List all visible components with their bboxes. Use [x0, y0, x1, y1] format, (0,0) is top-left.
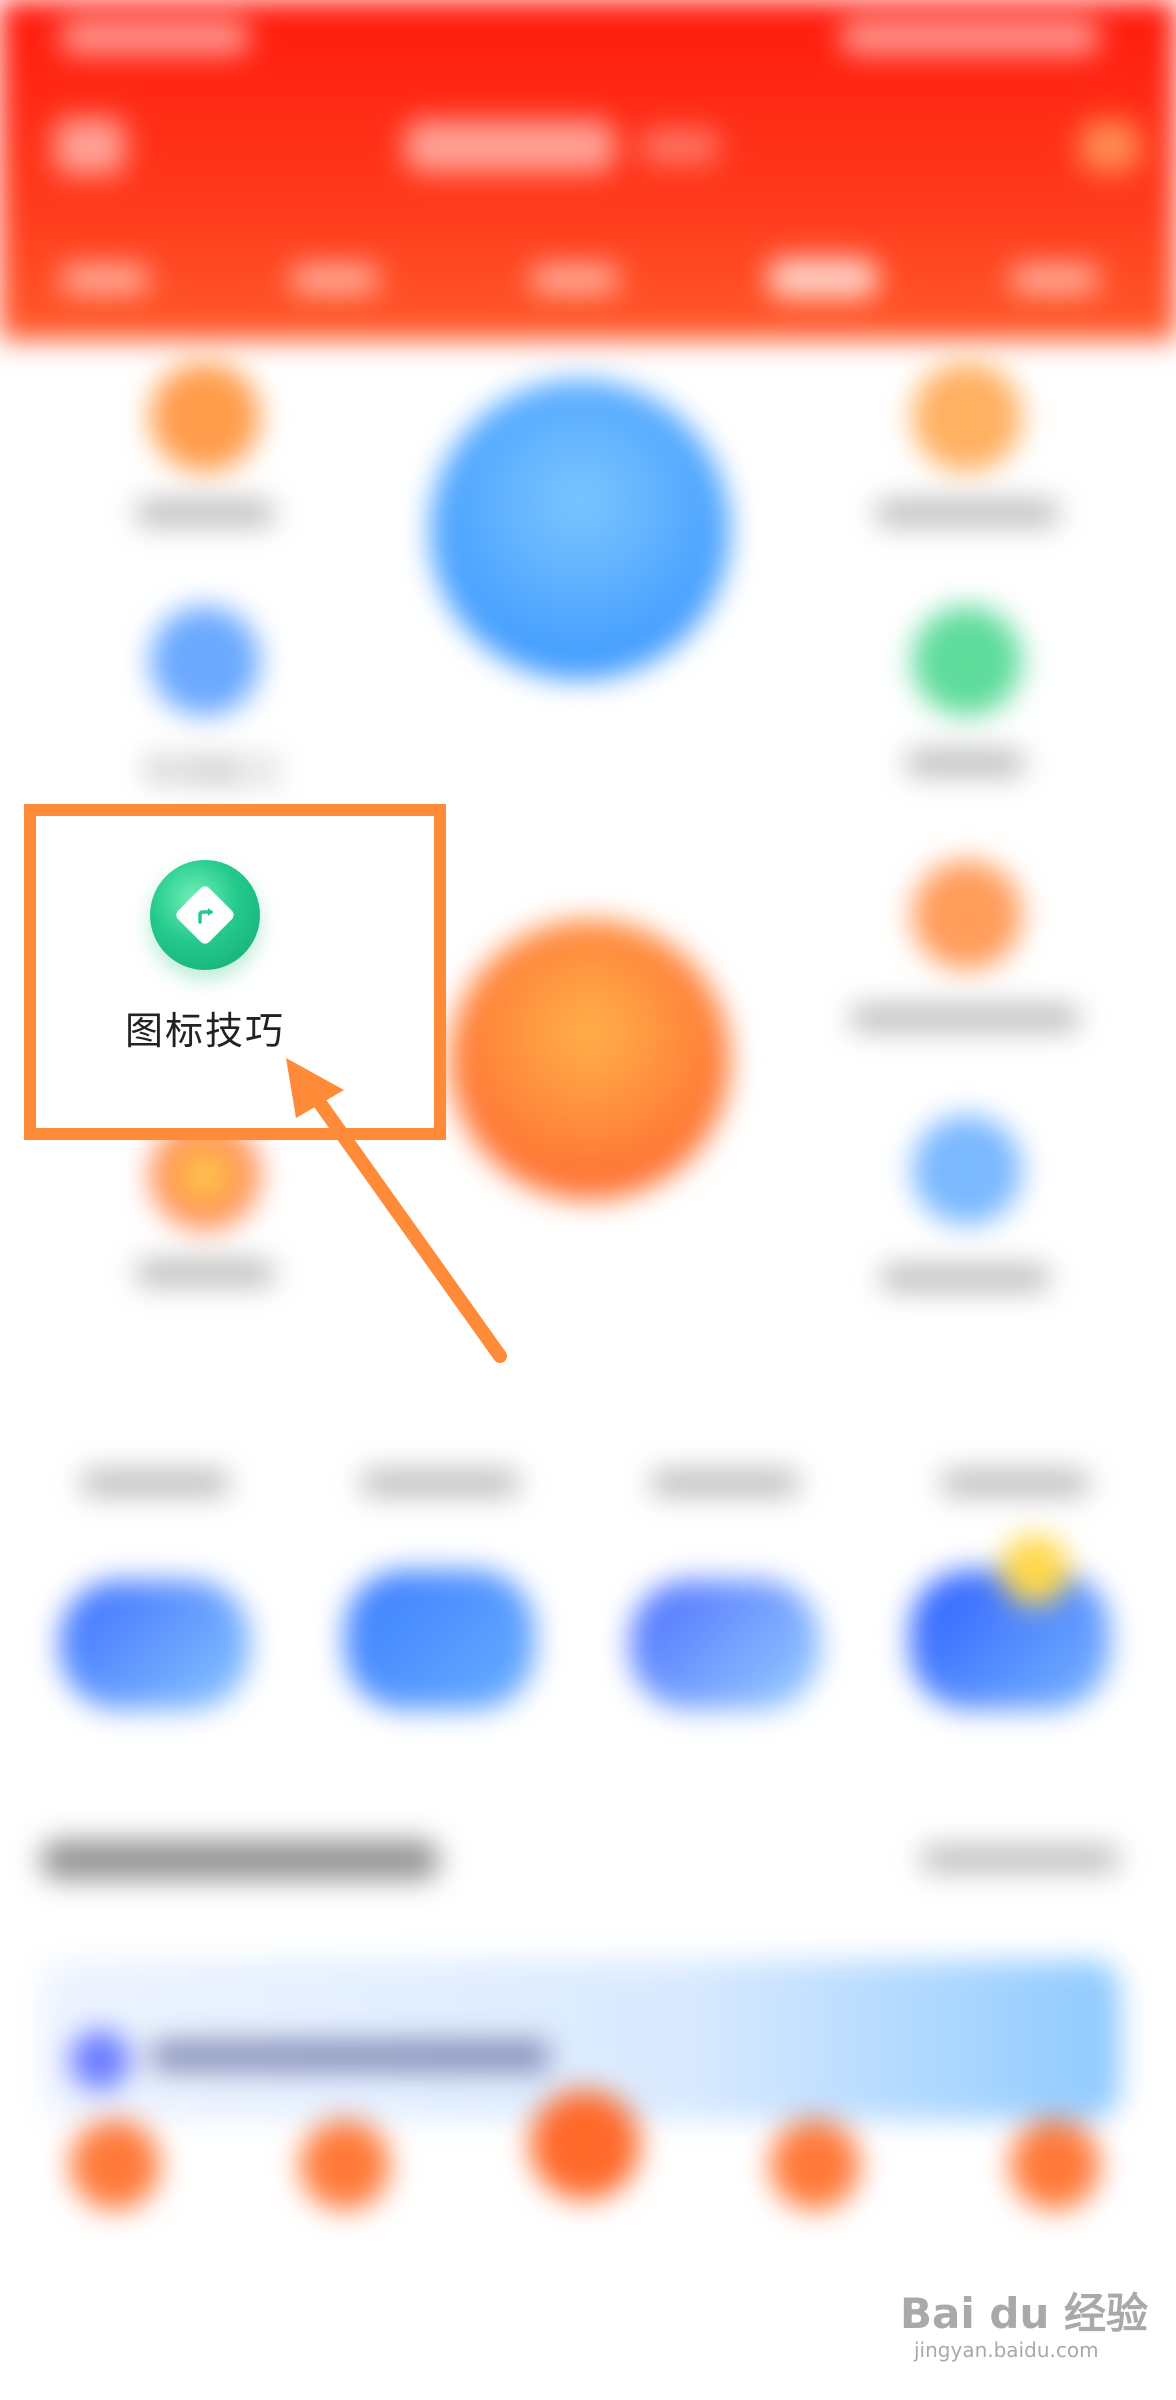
watermark-brand: Bai du 经验 — [900, 2289, 1148, 2338]
watermark-site: jingyan.baidu.com — [914, 2338, 1099, 2362]
baidu-jingyan-watermark: Bai du 经验 jingyan.baidu.com — [900, 2280, 1160, 2380]
annotation-arrow — [286, 1058, 507, 1363]
